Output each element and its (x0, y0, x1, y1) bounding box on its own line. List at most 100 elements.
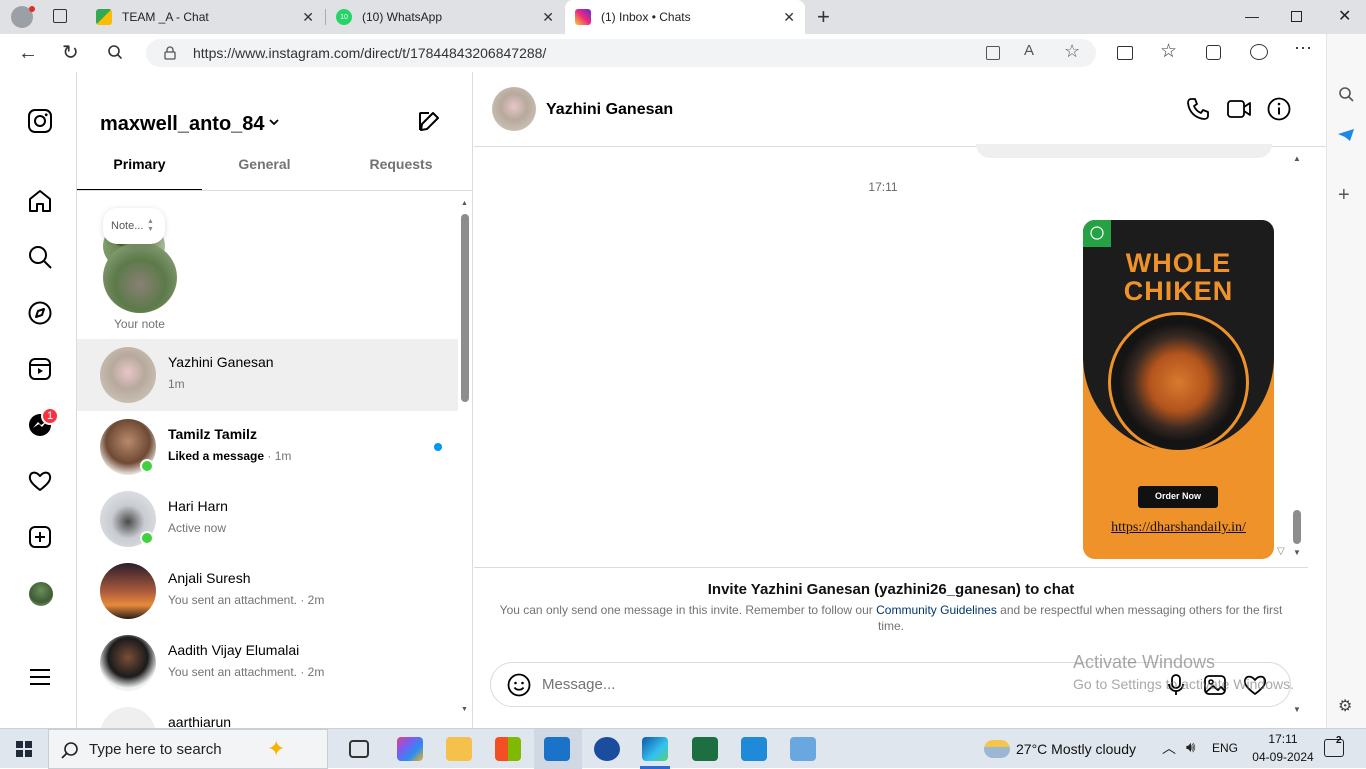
mail-icon[interactable] (544, 737, 570, 761)
conversation-item-tamilz[interactable]: Tamilz Tamilz Liked a message · 1m (77, 411, 458, 483)
read-aloud-icon[interactable]: A (1024, 42, 1034, 59)
favorites-icon[interactable]: ☆ (1160, 40, 1177, 63)
lock-icon[interactable] (164, 46, 176, 60)
account-username[interactable]: maxwell_anto_84 (100, 113, 265, 136)
profile-alert-dot (29, 6, 35, 12)
instagram-logo-icon[interactable] (27, 108, 53, 134)
browser-essentials-icon[interactable] (1250, 44, 1268, 60)
copilot-app-icon[interactable] (397, 737, 423, 761)
notifications-heart-icon[interactable] (27, 468, 53, 494)
chat-scroll-up-icon[interactable]: ▲ (1293, 154, 1301, 163)
file-explorer-icon[interactable] (446, 737, 472, 761)
clock-date[interactable]: 04-09-2024 (1248, 750, 1318, 764)
unread-dot (434, 443, 442, 451)
page-scroll-down-icon[interactable]: ▼ (1293, 705, 1301, 714)
close-window-icon[interactable]: ✕ (1338, 6, 1351, 26)
create-post-icon[interactable] (27, 524, 53, 550)
conversation-subtext: Liked a message · 1m (168, 449, 291, 463)
new-tab-icon[interactable]: + (817, 4, 830, 30)
close-tab-icon[interactable]: ✕ (302, 9, 314, 26)
weather-cloud-icon[interactable] (984, 740, 1010, 758)
windows-start-icon[interactable] (16, 741, 32, 757)
collections-icon[interactable] (1206, 45, 1221, 60)
profile-avatar[interactable] (29, 582, 53, 606)
microsoft-store-icon[interactable] (495, 737, 521, 761)
add-sidebar-app-icon[interactable]: + (1338, 184, 1350, 207)
emoji-icon[interactable] (507, 673, 531, 697)
home-icon[interactable] (27, 188, 53, 214)
tab-team-chat[interactable]: TEAM _A - Chat ✕ (86, 0, 324, 34)
conversation-item-aadith[interactable]: Aadith Vijay Elumalai You sent an attach… (77, 627, 458, 699)
back-icon[interactable]: ← (18, 42, 38, 65)
tab-requests[interactable]: Requests (337, 156, 465, 190)
message-options-icon[interactable]: ▽ (1277, 546, 1285, 557)
volume-icon[interactable]: 🔊︎ (1186, 739, 1195, 756)
language-indicator[interactable]: ENG (1212, 741, 1238, 755)
order-now-button[interactable]: Order Now (1138, 486, 1218, 508)
scroll-up-icon[interactable]: ▲ (461, 200, 468, 207)
weather-text[interactable]: 27°C Mostly cloudy (1016, 741, 1136, 757)
search-icon[interactable] (108, 45, 122, 59)
roast-chicken-image (1108, 312, 1249, 453)
invite-title: Invite Yazhini Ganesan (yazhini26_ganesa… (707, 581, 1075, 598)
sidebar-search-icon[interactable] (1338, 86, 1354, 102)
scroll-down-icon[interactable]: ▼ (461, 706, 468, 713)
reels-icon[interactable] (27, 356, 53, 382)
restore-icon[interactable] (1291, 11, 1302, 22)
minimize-icon[interactable]: — (1245, 8, 1259, 24)
conversation-item-yazhini[interactable]: Yazhini Ganesan 1m (77, 339, 458, 411)
tab-actions-icon[interactable] (53, 9, 67, 23)
edge-sidebar: + ⚙ (1326, 34, 1366, 728)
clock-time[interactable]: 17:11 (1248, 732, 1318, 746)
tab-primary[interactable]: Primary (77, 156, 202, 190)
vscode-icon[interactable] (741, 737, 767, 761)
chat-scroll-down-icon[interactable]: ▼ (1293, 548, 1301, 557)
taskbar-search-box[interactable]: Type here to search ✦ (48, 729, 328, 769)
refresh-icon[interactable]: ↻ (62, 40, 79, 65)
chevron-down-icon[interactable] (268, 116, 280, 128)
list-scrollbar-thumb[interactable] (461, 214, 469, 402)
poster-link[interactable]: https://dharshandaily.in/ (1083, 520, 1274, 536)
control-panel-icon[interactable] (790, 737, 816, 761)
task-view-icon[interactable] (349, 740, 369, 758)
tab-whatsapp[interactable]: 10 (10) WhatsApp ✕ (326, 0, 564, 34)
conversation-item-hari[interactable]: Hari Harn Active now (77, 483, 458, 555)
tab-general[interactable]: General (202, 156, 327, 190)
explore-compass-icon[interactable] (27, 300, 53, 326)
address-bar[interactable]: https://www.instagram.com/direct/t/17844… (146, 39, 1096, 67)
note-bubble[interactable]: Note... (103, 208, 165, 244)
conversation-info-icon[interactable] (1267, 97, 1291, 121)
telegram-icon[interactable] (1337, 128, 1355, 142)
app-available-icon[interactable] (986, 46, 1000, 60)
conversation-item-aarthiarun[interactable]: aarthiarun (77, 699, 458, 728)
tabs-divider (77, 190, 473, 191)
excel-icon[interactable] (692, 737, 718, 761)
chat-scrollbar-thumb[interactable] (1293, 510, 1301, 544)
community-guidelines-link[interactable]: Community Guidelines (876, 603, 997, 617)
video-call-icon[interactable] (1226, 97, 1252, 121)
avatar (100, 347, 156, 403)
split-screen-icon[interactable] (1117, 46, 1133, 60)
search-icon[interactable] (27, 244, 53, 270)
chat-app-icon[interactable] (594, 737, 620, 761)
poster-headline-1: WHOLE (1125, 248, 1232, 278)
tab-instagram-inbox[interactable]: (1) Inbox • Chats ✕ (565, 0, 805, 34)
online-indicator (140, 531, 154, 545)
edge-icon[interactable] (642, 737, 668, 761)
hidden-icons-chevron-icon[interactable]: ︿ (1162, 738, 1176, 758)
message-input[interactable]: Message... (542, 676, 615, 693)
favorite-star-icon[interactable]: ☆ (1064, 41, 1080, 62)
new-message-icon[interactable] (417, 110, 441, 134)
poster-attachment[interactable]: WHOLE CHIKEN Order Now https://dharshand… (1083, 220, 1274, 559)
contact-name[interactable]: Yazhini Ganesan (546, 101, 673, 119)
sidebar-settings-gear-icon[interactable]: ⚙ (1338, 696, 1352, 716)
close-tab-icon[interactable]: ✕ (542, 9, 554, 26)
conversation-item-anjali[interactable]: Anjali Suresh You sent an attachment. · … (77, 555, 458, 627)
close-tab-icon[interactable]: ✕ (783, 9, 795, 26)
more-menu-icon[interactable] (27, 664, 53, 690)
contact-avatar[interactable] (492, 87, 536, 131)
instagram-nav-rail: 1 (5, 72, 77, 728)
conversation-name: Aadith Vijay Elumalai (168, 642, 300, 658)
audio-call-icon[interactable] (1186, 97, 1210, 121)
more-options-icon[interactable]: ⋯ (1294, 38, 1312, 59)
